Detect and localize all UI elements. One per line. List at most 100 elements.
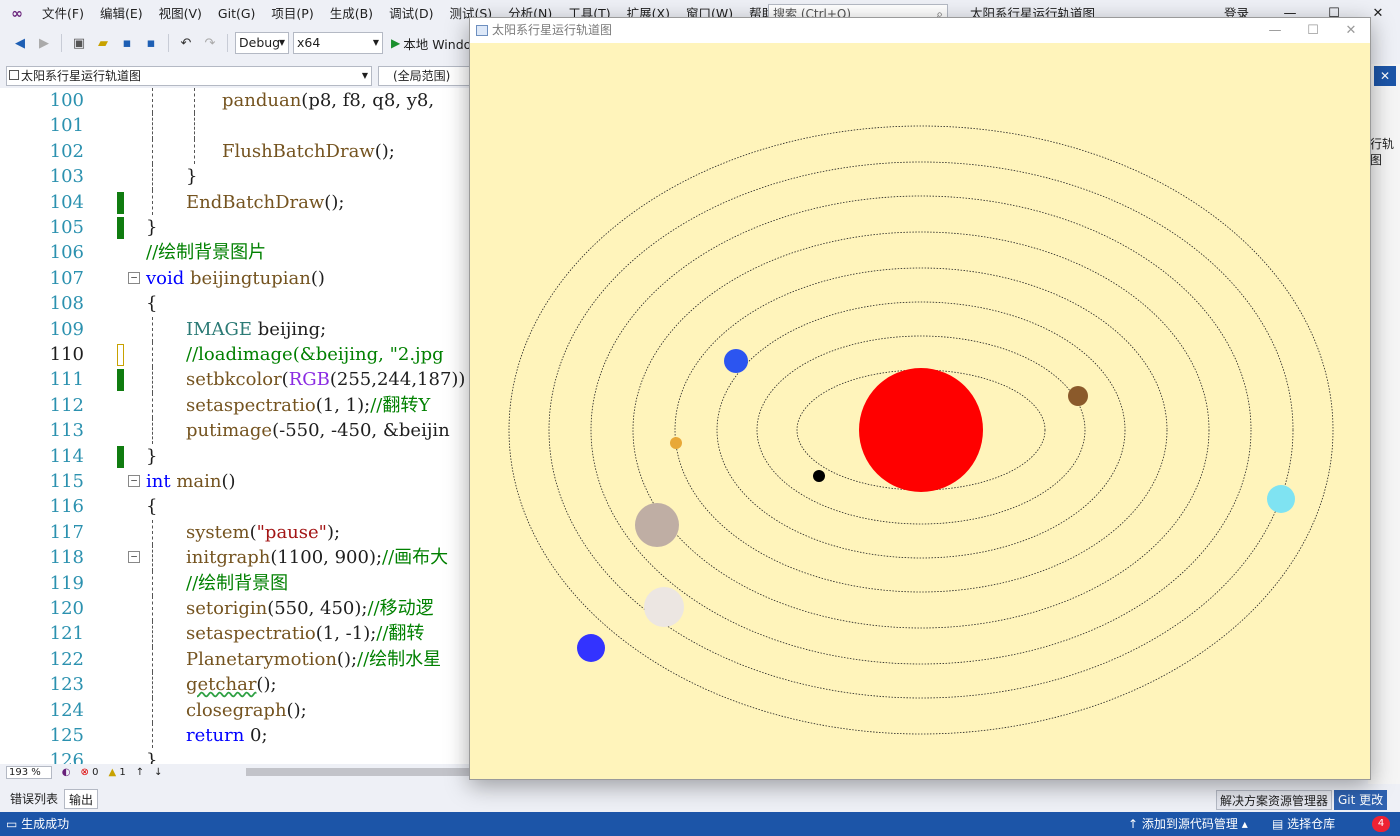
change-marker — [117, 369, 124, 392]
tab-error-list[interactable]: 错误列表 — [6, 789, 62, 809]
code-text: panduan(p8, f8, q8, y8, — [222, 90, 435, 111]
warning-count[interactable]: ▲ 1 — [108, 767, 125, 778]
code-line[interactable]: 116 { — [0, 494, 470, 519]
code-line[interactable]: 111 setbkcolor(RGB(255,244,187)) — [0, 367, 470, 393]
back-icon[interactable]: ◀ — [10, 33, 30, 53]
code-text: putimage(-550, -450, &beijin — [186, 420, 450, 442]
scope-select[interactable]: (全局范围) — [378, 66, 470, 86]
platform-select[interactable]: x64 ▼ — [293, 32, 383, 54]
copilot-icon[interactable]: ◐ — [62, 767, 71, 778]
code-text: { — [146, 496, 158, 518]
code-line[interactable]: 120 setorigin(550, 450);//移动逻 — [0, 596, 470, 622]
add-to-source-control-button[interactable]: ↑ 添加到源代码管理 ▴ — [1128, 812, 1248, 836]
collapse-icon[interactable]: − — [128, 551, 140, 564]
code-text: } — [146, 750, 158, 764]
minimize-icon[interactable]: — — [1256, 18, 1294, 43]
code-line[interactable]: 102 FlushBatchDraw(); — [0, 138, 470, 165]
line-number: 117 — [49, 521, 84, 543]
code-line[interactable]: 122 Planetarymotion();//绘制水星 — [0, 646, 470, 673]
code-line[interactable]: 110 //loadimage(&beijing, "2.jpg — [0, 342, 470, 368]
configuration-select[interactable]: Debug ▼ — [235, 32, 289, 54]
indent-guide — [152, 138, 153, 165]
code-line[interactable]: 126} — [0, 748, 470, 764]
visual-studio-logo-icon[interactable]: ∞ — [0, 0, 34, 28]
warning-icon: ▲ — [108, 766, 117, 778]
close-icon[interactable]: ✕ — [1332, 18, 1370, 43]
indent-guide — [152, 723, 153, 749]
notification-badge[interactable]: 4 — [1372, 816, 1390, 832]
planet — [635, 503, 679, 547]
maximize-icon[interactable]: ☐ — [1294, 18, 1332, 43]
run-button[interactable]: ▶ 本地 Windo — [391, 34, 471, 53]
code-line[interactable]: 105} — [0, 215, 470, 240]
line-number: 112 — [49, 394, 84, 416]
code-line[interactable]: 101 — [0, 113, 470, 139]
menu-item[interactable]: Git(G) — [210, 0, 264, 28]
close-icon[interactable]: ✕ — [1374, 66, 1396, 86]
right-panel — [1368, 64, 1400, 784]
open-folder-icon[interactable]: ▰ — [93, 33, 113, 53]
code-line[interactable]: 104 EndBatchDraw(); — [0, 189, 470, 215]
drawing-canvas[interactable] — [470, 43, 1370, 779]
forward-icon[interactable]: ▶ — [34, 33, 54, 53]
code-line[interactable]: 118 − initgraph(1100, 900);//画布大 — [0, 545, 470, 571]
code-line[interactable]: 100 panduan(p8, f8, q8, y8, — [0, 88, 470, 114]
code-text: initgraph(1100, 900);//画布大 — [186, 547, 449, 569]
menu-item[interactable]: 视图(V) — [151, 0, 210, 28]
project-select[interactable]: 太阳系行星运行轨道图 ▼ — [6, 66, 372, 86]
redo-icon[interactable]: ↷ — [200, 33, 220, 53]
code-line[interactable]: 121 setaspectratio(1, -1);//翻转 — [0, 621, 470, 647]
error-count[interactable]: ⊗ 0 — [81, 767, 99, 778]
chevron-down-icon: ▼ — [361, 71, 368, 80]
tab-output[interactable]: 输出 — [64, 789, 99, 809]
code-line[interactable]: 108 { — [0, 291, 470, 316]
code-text: setaspectratio(1, -1);//翻转 — [186, 623, 425, 645]
save-all-icon[interactable]: ▪ — [141, 33, 161, 53]
indent-guide — [152, 545, 153, 571]
select-repository-button[interactable]: ▤ 选择仓库 — [1272, 812, 1335, 836]
new-project-icon[interactable]: ▣ — [69, 33, 89, 53]
menu-item[interactable]: 编辑(E) — [92, 0, 151, 28]
menu-item[interactable]: 文件(F) — [34, 0, 92, 28]
app-title-bar[interactable]: 太阳系行星运行轨道图 — ☐ ✕ — [470, 18, 1370, 43]
line-number: 102 — [49, 140, 84, 162]
code-line[interactable]: 119 //绘制背景图 — [0, 570, 470, 596]
code-line[interactable]: 125 return 0; — [0, 723, 470, 749]
select-repo-label: 选择仓库 — [1287, 817, 1336, 831]
solar-system-drawing — [508, 125, 1334, 735]
arrow-down-icon[interactable]: ↓ — [154, 767, 162, 778]
project-value: 太阳系行星运行轨道图 — [21, 69, 142, 83]
code-text: closegraph(); — [186, 699, 307, 721]
save-icon[interactable]: ▪ — [117, 33, 137, 53]
arrow-up-icon[interactable]: ↑ — [136, 767, 144, 778]
menu-item[interactable]: 项目(P) — [263, 0, 321, 28]
collapse-icon[interactable]: − — [128, 271, 140, 284]
drawing-app-window[interactable]: 太阳系行星运行轨道图 — ☐ ✕ — [469, 17, 1371, 780]
code-line[interactable]: 109 IMAGE beijing; — [0, 316, 470, 342]
code-line[interactable]: 113 putimage(-550, -450, &beijin — [0, 418, 470, 444]
code-line[interactable]: 117 system("pause"); — [0, 519, 470, 546]
code-line[interactable]: 103} — [0, 164, 470, 190]
code-line[interactable]: 123 getchar(); — [0, 672, 470, 698]
code-text: { — [146, 293, 158, 315]
indent-guide — [194, 138, 195, 165]
code-line[interactable]: 114} — [0, 444, 470, 469]
horizontal-scrollbar[interactable] — [246, 768, 470, 776]
line-number: 119 — [49, 572, 84, 594]
collapse-icon[interactable]: − — [128, 475, 140, 487]
code-editor[interactable]: 100 panduan(p8, f8, q8, y8, 101 102 FlushBat… — [0, 88, 470, 764]
code-line[interactable]: 107 − void beijingtupian() — [0, 266, 470, 291]
code-text: } — [186, 166, 198, 188]
zoom-level[interactable]: 193 % — [6, 765, 52, 779]
indent-guide — [152, 646, 153, 673]
code-line[interactable]: 115 − int main() — [0, 469, 470, 494]
menu-item[interactable]: 生成(B) — [322, 0, 381, 28]
code-line[interactable]: 124 closegraph(); — [0, 697, 470, 723]
code-line[interactable]: 112 setaspectratio(1, 1);//翻转Y — [0, 392, 470, 419]
line-number: 107 — [49, 267, 84, 289]
tab-solution-explorer[interactable]: 解决方案资源管理器 — [1216, 790, 1333, 810]
menu-item[interactable]: 调试(D) — [381, 0, 441, 28]
code-line[interactable]: 106 //绘制背景图片 — [0, 240, 470, 265]
undo-icon[interactable]: ↶ — [176, 33, 196, 53]
tab-git-changes[interactable]: Git 更改 — [1334, 790, 1388, 810]
